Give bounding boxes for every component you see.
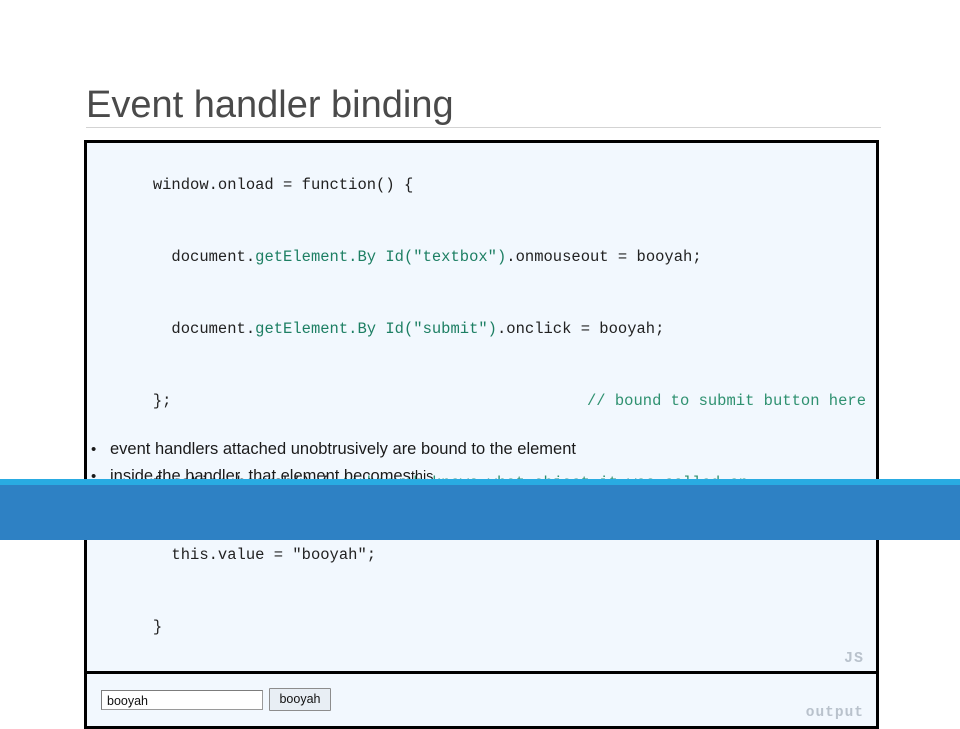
output-tag: output	[805, 705, 864, 721]
code-text: this.value = "booyah";	[152, 546, 377, 564]
code-text: .onclick = booyah;	[496, 320, 665, 338]
list-item-label: event handlers attached unobtrusively ar…	[110, 440, 576, 458]
footer-bar	[0, 485, 960, 540]
code-text: }	[152, 618, 163, 636]
page-title: Event handler binding	[86, 84, 454, 126]
code-text: window.onload = function() {	[152, 176, 414, 194]
textbox-input[interactable]: booyah	[101, 690, 263, 710]
code-block: window.onload = function() { document.ge…	[87, 143, 876, 674]
code-line-2: document.getElement.By Id("textbox").onm…	[97, 221, 866, 293]
bullet-point-icon: •	[91, 441, 97, 458]
code-text: document.	[152, 320, 256, 338]
code-comment: // bound to submit button here	[586, 392, 866, 410]
code-text: .onmouseout = booyah;	[506, 248, 702, 266]
code-line-7: }	[97, 591, 866, 663]
list-item: • event handlers attached unobtrusively …	[88, 436, 848, 463]
code-text: };	[152, 392, 172, 410]
code-line-1: window.onload = function() {	[97, 149, 866, 221]
output-block: booyah booyah output	[87, 674, 876, 726]
code-text: document.	[152, 248, 256, 266]
title-divider	[86, 127, 881, 128]
submit-button[interactable]: booyah	[269, 688, 331, 711]
code-line-4: // bound to submit button here};	[97, 365, 866, 437]
language-tag: JS	[843, 650, 864, 667]
code-sample-card: window.onload = function() { document.ge…	[84, 140, 879, 729]
code-token-teal: getElement.By Id("textbox")	[255, 248, 507, 266]
code-line-3: document.getElement.By Id("submit").oncl…	[97, 293, 866, 365]
code-token-teal: getElement.By Id("submit")	[255, 320, 497, 338]
